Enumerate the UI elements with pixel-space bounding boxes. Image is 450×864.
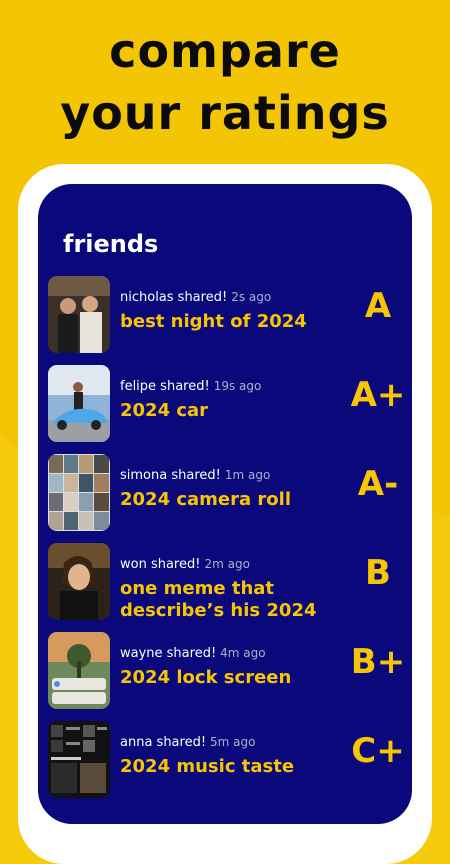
friends-panel: friends nicholas shared! 2s ago best nigh… (38, 184, 412, 824)
sharer-text: nicholas shared! (120, 290, 228, 305)
feed-item[interactable]: simona shared! 1m ago 2024 camera roll A- (38, 452, 412, 541)
share-meta: simona shared! 1m ago (120, 468, 270, 483)
headline-line-2: your ratings (60, 86, 390, 140)
feed-item[interactable]: felipe shared! 19s ago 2024 car A+ (38, 363, 412, 452)
rating-grade: B+ (350, 642, 406, 682)
lock-screen[interactable] (48, 632, 110, 709)
share-caption: 2024 camera roll (120, 489, 292, 510)
share-meta: nicholas shared! 2s ago (120, 290, 271, 305)
sharer-text: anna shared! (120, 735, 207, 750)
headline: compare your ratings (0, 20, 450, 144)
music-app-screenshot[interactable] (48, 721, 110, 798)
sharer-text: simona shared! (120, 468, 221, 483)
share-meta: won shared! 2m ago (120, 557, 250, 572)
rating-grade: B (365, 553, 391, 593)
feed-item[interactable]: anna shared! 5m ago 2024 music taste C+ (38, 719, 412, 808)
time-ago: 4m ago (220, 646, 266, 660)
sharer-text: won shared! (120, 557, 201, 572)
two-friends-photo[interactable] (48, 276, 110, 353)
share-caption: one meme that describe’s his 2024 (120, 578, 317, 621)
time-ago: 1m ago (224, 468, 271, 482)
feed-item[interactable]: nicholas shared! 2s ago best night of 202… (38, 274, 412, 363)
car-photo[interactable] (48, 365, 110, 442)
sharer-text: felipe shared! (120, 379, 210, 394)
meme-photo[interactable] (48, 543, 110, 620)
share-caption: best night of 2024 (120, 311, 307, 332)
time-ago: 19s ago (213, 379, 262, 393)
share-meta: anna shared! 5m ago (120, 735, 256, 750)
time-ago: 5m ago (210, 735, 256, 749)
rating-grade: A- (357, 464, 399, 504)
time-ago: 2s ago (231, 290, 272, 304)
share-caption: 2024 car (120, 400, 209, 421)
feed-item[interactable]: wayne shared! 4m ago 2024 lock screen B+ (38, 630, 412, 719)
headline-line-1: compare (109, 24, 341, 78)
time-ago: 2m ago (204, 557, 250, 571)
share-caption: 2024 music taste (120, 756, 295, 777)
camera-roll-grid[interactable] (48, 454, 110, 531)
rating-grade: A (364, 286, 392, 326)
share-meta: felipe shared! 19s ago (120, 379, 261, 394)
share-meta: wayne shared! 4m ago (120, 646, 266, 661)
section-title: friends (63, 230, 159, 258)
feed-item[interactable]: won shared! 2m ago one meme that describe… (38, 541, 412, 630)
rating-grade: C+ (351, 731, 405, 771)
shared-feed: nicholas shared! 2s ago best night of 202… (38, 274, 412, 808)
sharer-text: wayne shared! (120, 646, 217, 661)
rating-grade: A+ (350, 375, 406, 415)
share-caption: 2024 lock screen (120, 667, 292, 688)
